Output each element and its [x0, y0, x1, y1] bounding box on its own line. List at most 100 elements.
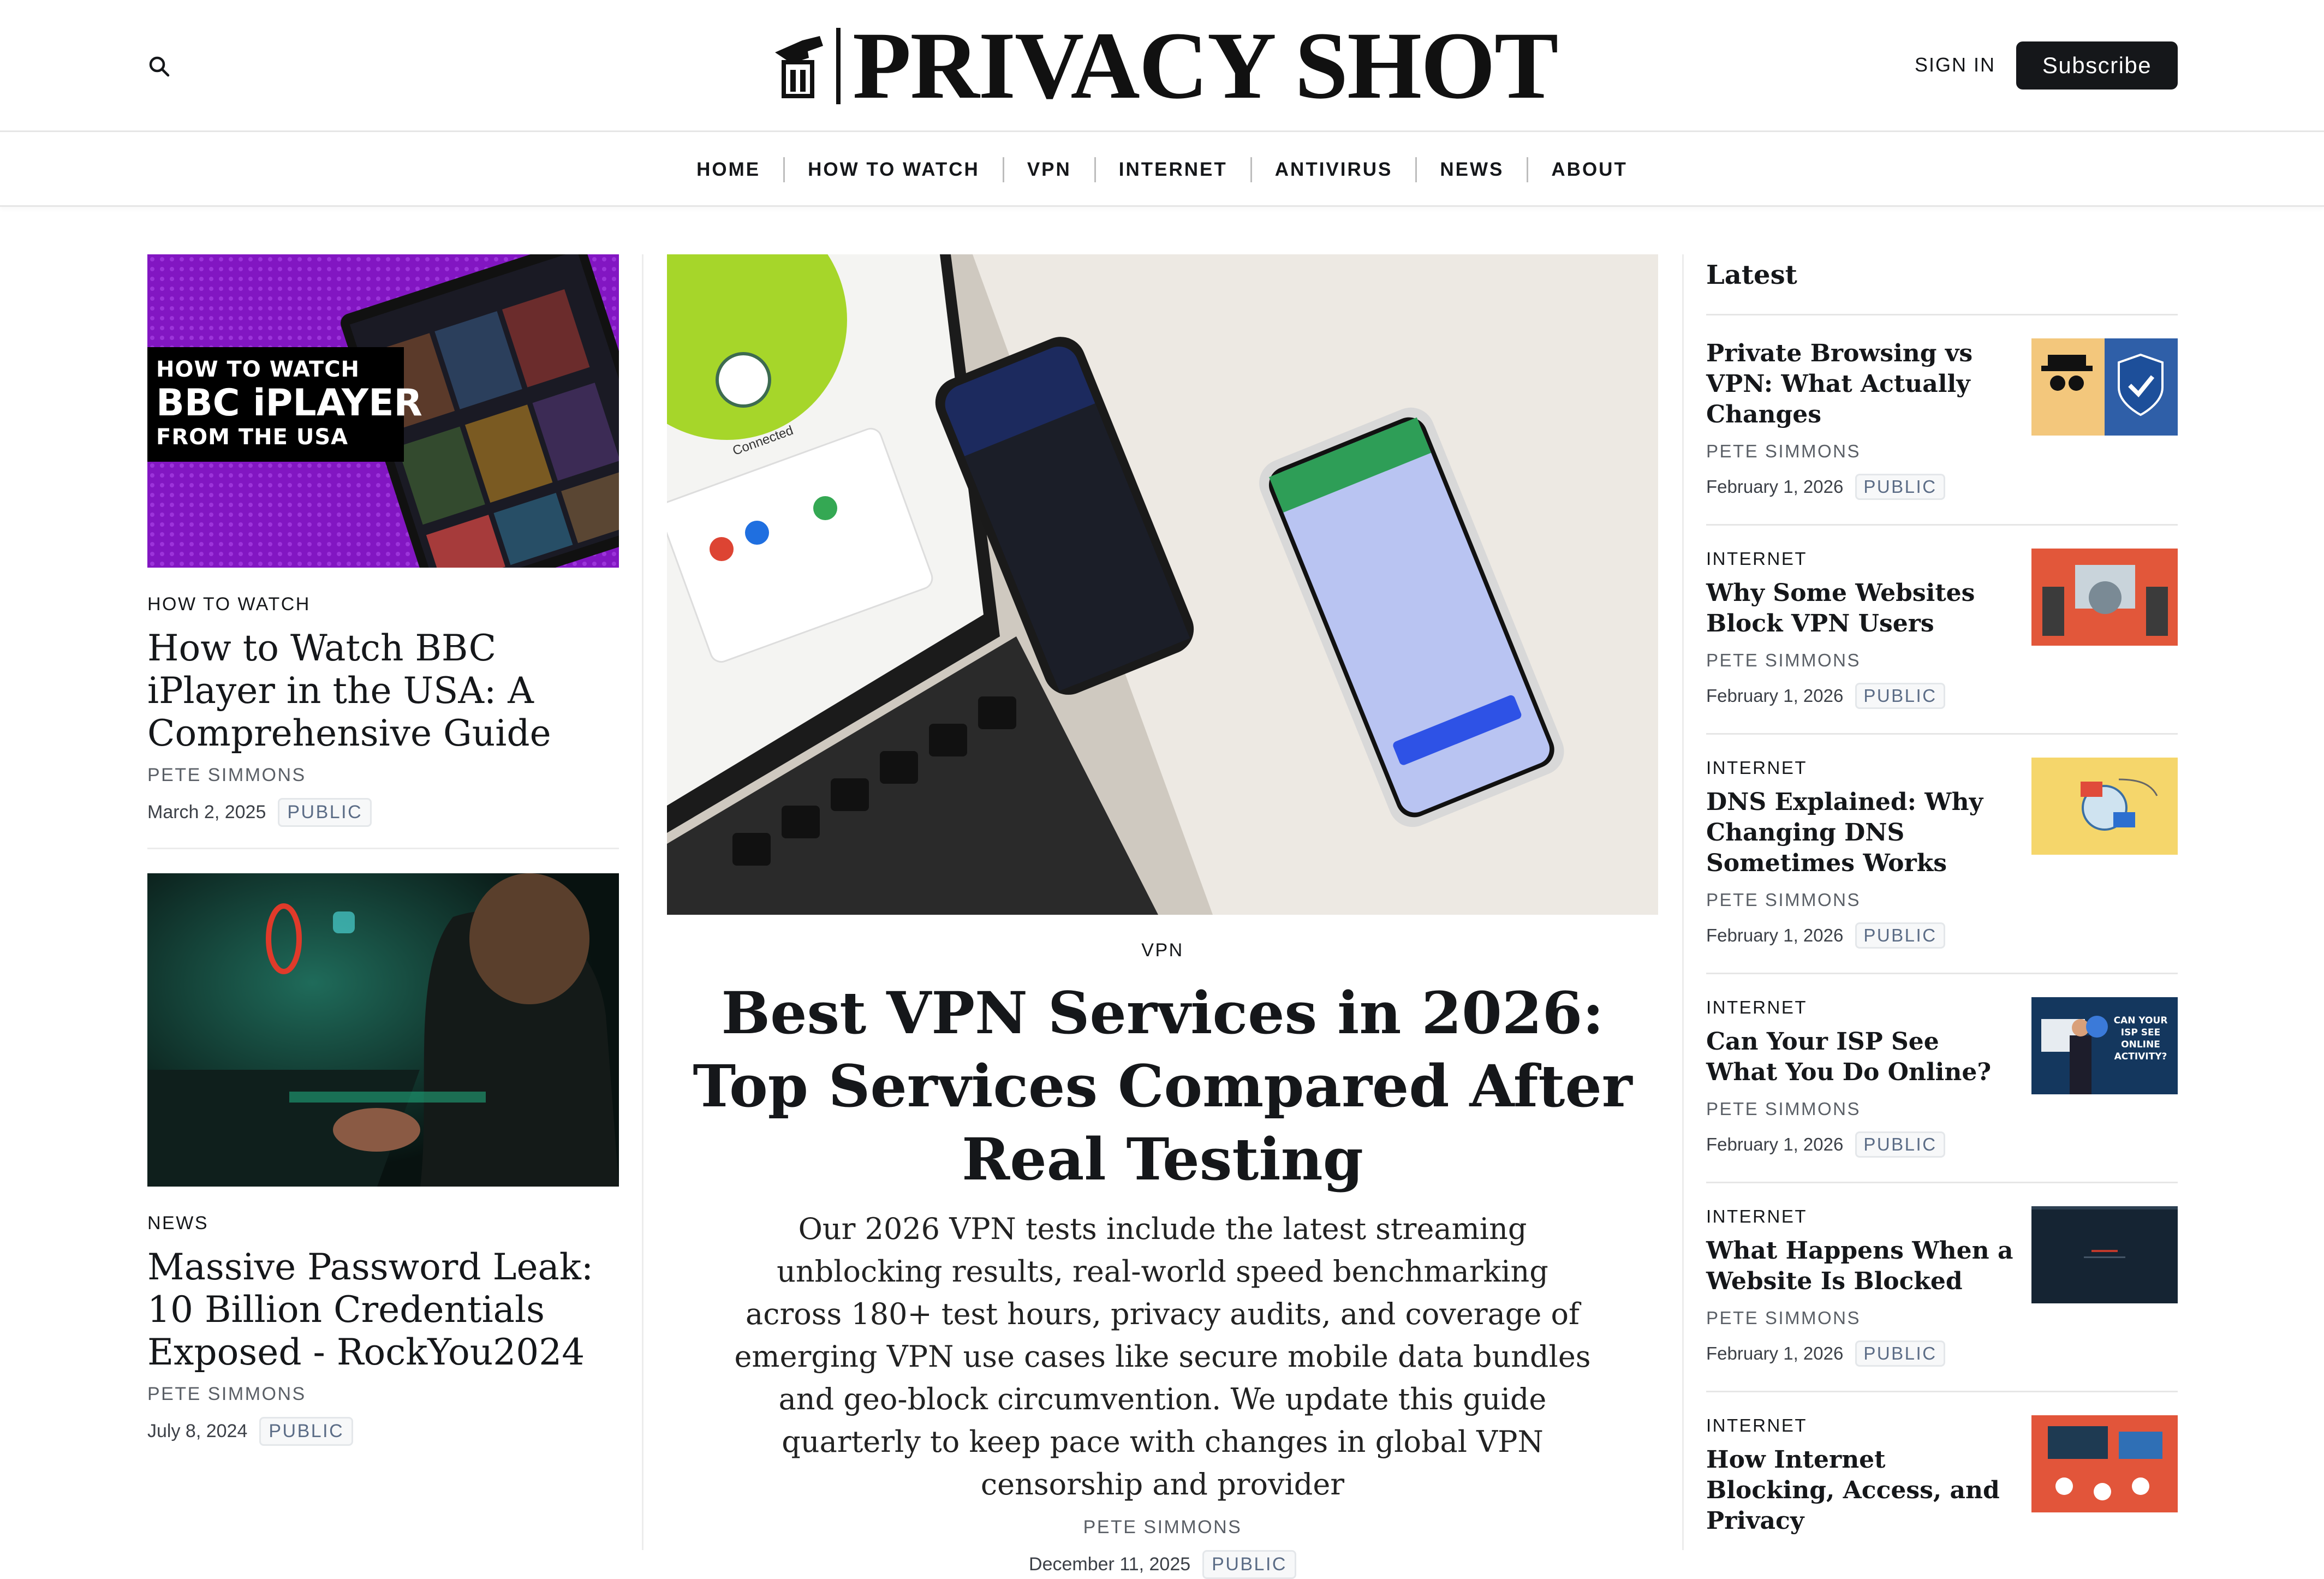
post-meta: March 2, 2025 PUBLIC: [147, 798, 619, 827]
post-date: February 1, 2026: [1706, 476, 1844, 497]
post-card: NEWS Massive Password Leak: 10 Billion C…: [147, 873, 619, 1446]
column-divider: [1682, 254, 1684, 1550]
latest-thumbnail[interactable]: [2031, 758, 2178, 855]
laptop-and-phones-photo: [667, 254, 1658, 915]
post-meta: December 11, 2025 PUBLIC: [667, 1550, 1658, 1579]
latest-item: INTERNET How Internet Blocking, Access, …: [1706, 1392, 2178, 1560]
nav-how-to-watch[interactable]: HOW TO WATCH: [785, 159, 1003, 181]
visibility-badge: PUBLIC: [1202, 1550, 1296, 1579]
post-date: February 1, 2026: [1706, 1134, 1844, 1154]
post-category[interactable]: INTERNET: [1706, 1415, 2017, 1436]
post-author[interactable]: PETE SIMMONS: [147, 1384, 619, 1405]
post-date: March 2, 2025: [147, 802, 266, 823]
post-category[interactable]: NEWS: [147, 1213, 619, 1234]
visibility-badge: PUBLIC: [1855, 683, 1945, 709]
post-author[interactable]: PETE SIMMONS: [1706, 441, 2017, 462]
post-meta: February 1, 2026 PUBLIC: [1706, 683, 2017, 709]
post-author[interactable]: PETE SIMMONS: [1706, 1099, 2017, 1119]
dns-illustration: [2031, 758, 2178, 855]
internet-blocking-illustration: [2031, 1415, 2178, 1512]
latest-item: INTERNET Can Your ISP See What You Do On…: [1706, 974, 2178, 1183]
visibility-badge: PUBLIC: [259, 1417, 354, 1446]
hacker-photo: [147, 873, 619, 1187]
nav-news[interactable]: NEWS: [1417, 159, 1527, 181]
latest-title[interactable]: DNS Explained: Why Changing DNS Sometime…: [1706, 787, 2017, 879]
post-meta: February 1, 2026 PUBLIC: [1706, 1340, 2017, 1367]
site-title: PRIVACY SHOT: [853, 13, 1558, 119]
post-card: HOW TO WATCH BBC iPLAYER FROM THE USA HO…: [147, 254, 619, 827]
latest-thumbnail[interactable]: CAN YOUR ISP SEE ONLINE ACTIVITY?: [2031, 997, 2178, 1094]
post-date: December 11, 2025: [1029, 1554, 1191, 1575]
site-header: PRIVACY SHOT SIGN IN Subscribe: [0, 0, 2324, 132]
post-thumbnail-bbc-iplayer[interactable]: HOW TO WATCH BBC iPLAYER FROM THE USA: [147, 254, 619, 568]
post-date: February 1, 2026: [1706, 1343, 1844, 1363]
site-logo[interactable]: PRIVACY SHOT: [770, 13, 1558, 119]
column-divider: [642, 254, 643, 1550]
visibility-badge: PUBLIC: [1855, 922, 1945, 949]
nav-about[interactable]: ABOUT: [1528, 159, 1650, 181]
latest-sidebar: Latest Private Browsing vs VPN: What Act…: [1706, 254, 2178, 1560]
blocked-website-illustration: [2031, 1206, 2178, 1303]
search-icon: [149, 56, 170, 77]
post-category[interactable]: VPN: [667, 940, 1658, 961]
featured-title[interactable]: Best VPN Services in 2026: Top Services …: [667, 976, 1658, 1196]
thumb-caption-line1: HOW TO WATCH: [156, 357, 360, 382]
featured-thumbnail[interactable]: Connected: [667, 254, 1658, 915]
post-date: February 1, 2026: [1706, 925, 1844, 945]
featured-post: Connected VPN Best VPN Services in 2026:…: [667, 254, 1658, 1579]
post-author[interactable]: PETE SIMMONS: [1706, 650, 2017, 671]
nav-vpn[interactable]: VPN: [1004, 159, 1094, 181]
camera-shot-logo-icon: [775, 36, 823, 98]
latest-title[interactable]: Can Your ISP See What You Do Online?: [1706, 1027, 2017, 1088]
post-author[interactable]: PETE SIMMONS: [667, 1517, 1658, 1538]
latest-title[interactable]: How Internet Blocking, Access, and Priva…: [1706, 1445, 2017, 1536]
logo-divider: [836, 28, 841, 104]
main-nav: HOME HOW TO WATCH VPN INTERNET ANTIVIRUS…: [0, 134, 2324, 207]
post-category[interactable]: INTERNET: [1706, 549, 2017, 569]
latest-item: INTERNET DNS Explained: Why Changing DNS…: [1706, 735, 2178, 974]
latest-thumbnail[interactable]: [2031, 549, 2178, 646]
left-post-column: HOW TO WATCH BBC iPLAYER FROM THE USA HO…: [147, 254, 619, 1446]
latest-thumbnail[interactable]: [2031, 1415, 2178, 1512]
nav-internet[interactable]: INTERNET: [1096, 159, 1250, 181]
post-meta: February 1, 2026 PUBLIC: [1706, 474, 2017, 500]
post-title[interactable]: Massive Password Leak: 10 Billion Creden…: [147, 1246, 619, 1374]
post-author[interactable]: PETE SIMMONS: [147, 765, 619, 786]
latest-title[interactable]: What Happens When a Website Is Blocked: [1706, 1236, 2017, 1297]
post-date: July 8, 2024: [147, 1421, 248, 1441]
latest-item: Private Browsing vs VPN: What Actually C…: [1706, 315, 2178, 526]
thumb-caption-line2: BBC iPLAYER: [156, 382, 422, 425]
sign-in-link[interactable]: SIGN IN: [1915, 53, 1995, 76]
post-category[interactable]: INTERNET: [1706, 997, 2017, 1018]
visibility-badge: PUBLIC: [278, 798, 372, 827]
post-category[interactable]: INTERNET: [1706, 758, 2017, 778]
post-category[interactable]: HOW TO WATCH: [147, 594, 619, 615]
latest-item: INTERNET Why Some Websites Block VPN Use…: [1706, 526, 2178, 735]
post-meta: February 1, 2026 PUBLIC: [1706, 922, 2017, 949]
latest-thumbnail[interactable]: [2031, 338, 2178, 436]
subscribe-button[interactable]: Subscribe: [2016, 41, 2178, 90]
post-date: February 1, 2026: [1706, 686, 1844, 706]
post-meta: February 1, 2026 PUBLIC: [1706, 1131, 2017, 1158]
search-button[interactable]: [147, 55, 171, 79]
latest-heading: Latest: [1706, 254, 2178, 315]
thumb-caption-line3: FROM THE USA: [156, 425, 349, 450]
visibility-badge: PUBLIC: [1855, 1340, 1945, 1367]
latest-item: INTERNET What Happens When a Website Is …: [1706, 1183, 2178, 1392]
post-category[interactable]: INTERNET: [1706, 1206, 2017, 1227]
post-thumbnail-password-leak[interactable]: [147, 873, 619, 1187]
post-author[interactable]: PETE SIMMONS: [1706, 1308, 2017, 1328]
nav-antivirus[interactable]: ANTIVIRUS: [1252, 159, 1416, 181]
visibility-badge: PUBLIC: [1855, 1131, 1945, 1158]
nav-home[interactable]: HOME: [674, 159, 783, 181]
incognito-vs-vpn-illustration: [2031, 338, 2178, 436]
latest-thumbnail[interactable]: [2031, 1206, 2178, 1303]
post-divider: [147, 848, 619, 849]
latest-title[interactable]: Why Some Websites Block VPN Users: [1706, 578, 2017, 639]
post-title[interactable]: How to Watch BBC iPlayer in the USA: A C…: [147, 627, 619, 755]
post-author[interactable]: PETE SIMMONS: [1706, 890, 2017, 910]
featured-excerpt: Our 2026 VPN tests include the latest st…: [734, 1212, 1591, 1501]
post-meta: July 8, 2024 PUBLIC: [147, 1417, 619, 1446]
thumb-caption: CAN YOUR ISP SEE ONLINE ACTIVITY?: [2113, 1015, 2168, 1062]
latest-title[interactable]: Private Browsing vs VPN: What Actually C…: [1706, 338, 2017, 430]
